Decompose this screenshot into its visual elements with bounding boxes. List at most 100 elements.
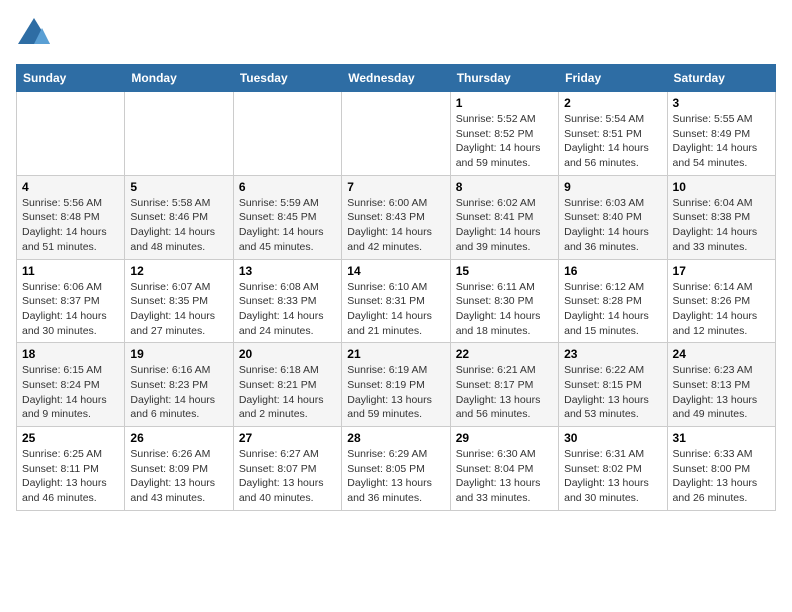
calendar-day-cell: 11 Sunrise: 6:06 AM Sunset: 8:37 PM Dayli… [17,259,125,343]
day-content: Sunrise: 6:04 AM Sunset: 8:38 PM Dayligh… [673,196,770,255]
day-number: 22 [456,347,553,361]
calendar-header-row: SundayMondayTuesdayWednesdayThursdayFrid… [17,65,776,92]
calendar-day-cell: 29 Sunrise: 6:30 AM Sunset: 8:04 PM Dayli… [450,427,558,511]
page-header [16,16,776,52]
calendar-day-cell: 7Sunrise: 6:00 AM Sunset: 8:43 PM Daylig… [342,175,450,259]
calendar-day-cell: 6 Sunrise: 5:59 AM Sunset: 8:45 PM Daylig… [233,175,341,259]
calendar-day-cell [17,92,125,176]
calendar-day-cell: 23 Sunrise: 6:22 AM Sunset: 8:15 PM Dayli… [559,343,667,427]
calendar-day-cell: 22 Sunrise: 6:21 AM Sunset: 8:17 PM Dayli… [450,343,558,427]
day-of-week-header: Wednesday [342,65,450,92]
calendar-day-cell: 12Sunrise: 6:07 AM Sunset: 8:35 PM Dayli… [125,259,233,343]
day-number: 28 [347,431,444,445]
calendar-week-row: 1Sunrise: 5:52 AM Sunset: 8:52 PM Daylig… [17,92,776,176]
calendar-day-cell: 31 Sunrise: 6:33 AM Sunset: 8:00 PM Dayli… [667,427,775,511]
day-content: Sunrise: 6:08 AM Sunset: 8:33 PM Dayligh… [239,280,336,339]
day-content: Sunrise: 5:55 AM Sunset: 8:49 PM Dayligh… [673,112,770,171]
calendar-day-cell: 8 Sunrise: 6:02 AM Sunset: 8:41 PM Daylig… [450,175,558,259]
day-number: 18 [22,347,119,361]
day-number: 27 [239,431,336,445]
day-content: Sunrise: 6:10 AM Sunset: 8:31 PM Dayligh… [347,280,444,339]
day-number: 6 [239,180,336,194]
calendar-day-cell: 21 Sunrise: 6:19 AM Sunset: 8:19 PM Dayli… [342,343,450,427]
day-number: 13 [239,264,336,278]
calendar-day-cell [342,92,450,176]
calendar-day-cell: 27 Sunrise: 6:27 AM Sunset: 8:07 PM Dayli… [233,427,341,511]
day-content: Sunrise: 6:19 AM Sunset: 8:19 PM Dayligh… [347,363,444,422]
day-content: Sunrise: 5:56 AM Sunset: 8:48 PM Dayligh… [22,196,119,255]
calendar-day-cell: 20 Sunrise: 6:18 AM Sunset: 8:21 PM Dayli… [233,343,341,427]
calendar-day-cell: 16Sunrise: 6:12 AM Sunset: 8:28 PM Dayli… [559,259,667,343]
day-number: 8 [456,180,553,194]
day-number: 11 [22,264,119,278]
calendar-day-cell: 5 Sunrise: 5:58 AM Sunset: 8:46 PM Daylig… [125,175,233,259]
day-content: Sunrise: 6:03 AM Sunset: 8:40 PM Dayligh… [564,196,661,255]
day-number: 19 [130,347,227,361]
calendar-day-cell: 2Sunrise: 5:54 AM Sunset: 8:51 PM Daylig… [559,92,667,176]
calendar-day-cell: 9 Sunrise: 6:03 AM Sunset: 8:40 PM Daylig… [559,175,667,259]
calendar-week-row: 25Sunrise: 6:25 AM Sunset: 8:11 PM Dayli… [17,427,776,511]
day-number: 21 [347,347,444,361]
calendar-day-cell: 1Sunrise: 5:52 AM Sunset: 8:52 PM Daylig… [450,92,558,176]
day-content: Sunrise: 6:18 AM Sunset: 8:21 PM Dayligh… [239,363,336,422]
day-content: Sunrise: 5:59 AM Sunset: 8:45 PM Dayligh… [239,196,336,255]
calendar-day-cell: 4 Sunrise: 5:56 AM Sunset: 8:48 PM Daylig… [17,175,125,259]
day-number: 9 [564,180,661,194]
calendar-day-cell: 30Sunrise: 6:31 AM Sunset: 8:02 PM Dayli… [559,427,667,511]
calendar-day-cell: 10 Sunrise: 6:04 AM Sunset: 8:38 PM Dayli… [667,175,775,259]
calendar-day-cell [125,92,233,176]
day-of-week-header: Friday [559,65,667,92]
day-content: Sunrise: 6:15 AM Sunset: 8:24 PM Dayligh… [22,363,119,422]
calendar-day-cell: 19 Sunrise: 6:16 AM Sunset: 8:23 PM Dayli… [125,343,233,427]
calendar-day-cell: 25Sunrise: 6:25 AM Sunset: 8:11 PM Dayli… [17,427,125,511]
day-number: 12 [130,264,227,278]
day-content: Sunrise: 6:23 AM Sunset: 8:13 PM Dayligh… [673,363,770,422]
day-content: Sunrise: 6:12 AM Sunset: 8:28 PM Dayligh… [564,280,661,339]
day-number: 14 [347,264,444,278]
day-number: 26 [130,431,227,445]
day-content: Sunrise: 6:26 AM Sunset: 8:09 PM Dayligh… [130,447,227,506]
day-of-week-header: Monday [125,65,233,92]
calendar-week-row: 4 Sunrise: 5:56 AM Sunset: 8:48 PM Daylig… [17,175,776,259]
day-content: Sunrise: 6:14 AM Sunset: 8:26 PM Dayligh… [673,280,770,339]
day-content: Sunrise: 6:33 AM Sunset: 8:00 PM Dayligh… [673,447,770,506]
day-content: Sunrise: 6:00 AM Sunset: 8:43 PM Dayligh… [347,196,444,255]
day-content: Sunrise: 6:06 AM Sunset: 8:37 PM Dayligh… [22,280,119,339]
day-content: Sunrise: 5:58 AM Sunset: 8:46 PM Dayligh… [130,196,227,255]
calendar-table: SundayMondayTuesdayWednesdayThursdayFrid… [16,64,776,511]
day-of-week-header: Saturday [667,65,775,92]
day-content: Sunrise: 6:02 AM Sunset: 8:41 PM Dayligh… [456,196,553,255]
day-number: 5 [130,180,227,194]
logo-icon [16,16,52,52]
calendar-day-cell: 18 Sunrise: 6:15 AM Sunset: 8:24 PM Dayli… [17,343,125,427]
day-content: Sunrise: 6:16 AM Sunset: 8:23 PM Dayligh… [130,363,227,422]
calendar-day-cell: 13 Sunrise: 6:08 AM Sunset: 8:33 PM Dayli… [233,259,341,343]
day-content: Sunrise: 6:27 AM Sunset: 8:07 PM Dayligh… [239,447,336,506]
day-content: Sunrise: 6:21 AM Sunset: 8:17 PM Dayligh… [456,363,553,422]
day-number: 17 [673,264,770,278]
day-content: Sunrise: 6:25 AM Sunset: 8:11 PM Dayligh… [22,447,119,506]
day-content: Sunrise: 5:54 AM Sunset: 8:51 PM Dayligh… [564,112,661,171]
calendar-day-cell: 14 Sunrise: 6:10 AM Sunset: 8:31 PM Dayli… [342,259,450,343]
day-number: 20 [239,347,336,361]
day-content: Sunrise: 6:22 AM Sunset: 8:15 PM Dayligh… [564,363,661,422]
day-content: Sunrise: 6:30 AM Sunset: 8:04 PM Dayligh… [456,447,553,506]
day-number: 10 [673,180,770,194]
day-content: Sunrise: 6:11 AM Sunset: 8:30 PM Dayligh… [456,280,553,339]
calendar-week-row: 11 Sunrise: 6:06 AM Sunset: 8:37 PM Dayli… [17,259,776,343]
calendar-day-cell: 28 Sunrise: 6:29 AM Sunset: 8:05 PM Dayli… [342,427,450,511]
calendar-day-cell: 24 Sunrise: 6:23 AM Sunset: 8:13 PM Dayli… [667,343,775,427]
calendar-day-cell: 3Sunrise: 5:55 AM Sunset: 8:49 PM Daylig… [667,92,775,176]
logo [16,16,56,52]
day-number: 23 [564,347,661,361]
day-content: Sunrise: 6:29 AM Sunset: 8:05 PM Dayligh… [347,447,444,506]
day-number: 30 [564,431,661,445]
calendar-day-cell: 15 Sunrise: 6:11 AM Sunset: 8:30 PM Dayli… [450,259,558,343]
day-number: 4 [22,180,119,194]
day-number: 31 [673,431,770,445]
day-number: 29 [456,431,553,445]
day-number: 15 [456,264,553,278]
calendar-week-row: 18 Sunrise: 6:15 AM Sunset: 8:24 PM Dayli… [17,343,776,427]
day-number: 24 [673,347,770,361]
calendar-day-cell: 26 Sunrise: 6:26 AM Sunset: 8:09 PM Dayli… [125,427,233,511]
